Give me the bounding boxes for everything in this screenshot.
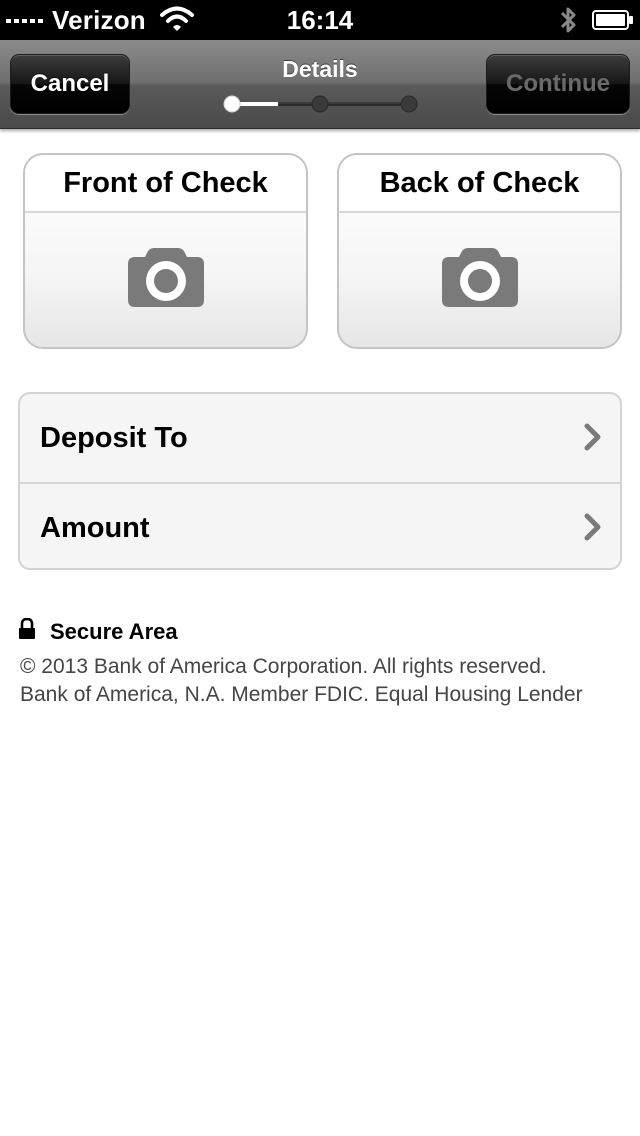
- camera-icon: [339, 247, 620, 309]
- navigation-bar: Cancel Details Continue: [0, 40, 640, 129]
- status-time: 16:14: [286, 5, 354, 35]
- deposit-to-row[interactable]: Deposit To: [20, 394, 620, 482]
- secure-area-indicator: Secure Area: [18, 617, 178, 645]
- amount-label: Amount: [40, 511, 150, 544]
- chevron-right-icon: [584, 423, 602, 456]
- back-of-check-button[interactable]: Back of Check: [337, 153, 622, 349]
- copyright-notice: © 2013 Bank of America Corporation. All …: [20, 653, 583, 709]
- lock-icon: [18, 617, 36, 645]
- front-of-check-button[interactable]: Front of Check: [23, 153, 308, 349]
- battery-icon: [592, 10, 634, 35]
- secure-area-label: Secure Area: [50, 618, 178, 644]
- bluetooth-icon: [558, 4, 580, 41]
- deposit-details-group: Deposit To Amount: [18, 392, 622, 570]
- deposit-to-label: Deposit To: [40, 421, 188, 454]
- step-progress-indicator: [222, 94, 422, 119]
- copyright-line-2: Bank of America, N.A. Member FDIC. Equal…: [20, 683, 583, 706]
- copyright-line-1: © 2013 Bank of America Corporation. All …: [20, 655, 547, 678]
- chevron-right-icon: [584, 513, 602, 546]
- camera-icon: [25, 247, 306, 309]
- status-bar: Verizon 16:14: [0, 0, 640, 40]
- front-of-check-label: Front of Check: [25, 155, 306, 213]
- back-of-check-label: Back of Check: [339, 155, 620, 213]
- amount-row[interactable]: Amount: [20, 482, 620, 568]
- continue-button[interactable]: Continue: [486, 54, 630, 114]
